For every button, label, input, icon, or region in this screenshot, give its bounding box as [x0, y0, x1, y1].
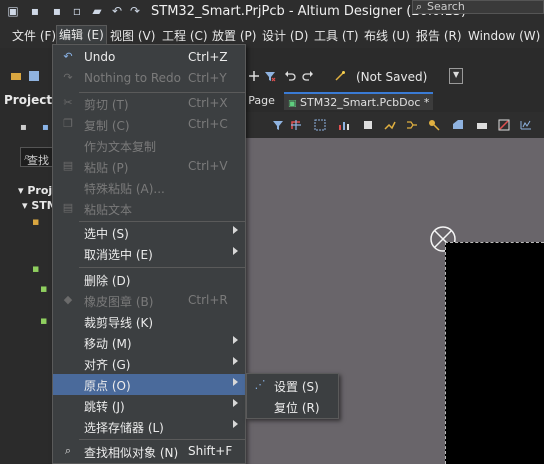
filter-icon[interactable] [272, 119, 284, 131]
waveform-icon[interactable] [520, 119, 532, 131]
menu-find-similar[interactable]: ⌕ 查找相似对象 (N) Shift+F [53, 441, 245, 462]
component-icon[interactable] [362, 119, 374, 131]
redo-icon[interactable] [302, 70, 314, 82]
pcb-board [445, 242, 544, 464]
pcb-toolbar [246, 112, 544, 138]
tree-folder-icon[interactable]: ▪ [40, 282, 47, 295]
menu-separator [79, 439, 245, 440]
projects-panel-tab[interactable]: Projects [4, 93, 59, 107]
menu-rubber-stamp[interactable]: ◆ 橡皮图章 (B) Ctrl+R [53, 290, 245, 311]
menu-copy-as-text[interactable]: 作为文本复制 [53, 135, 245, 156]
differential-pair-icon[interactable] [406, 119, 418, 131]
save-all-icon[interactable]: ▪ [50, 4, 64, 18]
submenu-arrow-icon [233, 226, 238, 234]
search-placeholder: Search [427, 0, 465, 13]
menu-deselect[interactable]: 取消选中 (E) [53, 243, 245, 264]
select-rect-icon[interactable] [314, 119, 326, 131]
submenu-arrow-icon [233, 357, 238, 365]
menu-redo[interactable]: ↷ Nothing to Redo Ctrl+Y [53, 68, 245, 89]
app-logo-icon: ▣ [7, 4, 19, 18]
submenu-reset-origin[interactable]: 复位 (R) [247, 396, 338, 417]
menu-origin[interactable]: 原点 (O) [53, 374, 245, 395]
origin-submenu: ⋰ 设置 (S) 复位 (R) [246, 373, 339, 419]
project-options-icon[interactable]: ▪ [42, 122, 49, 133]
line-icon[interactable] [498, 119, 510, 131]
title-bar: ▣ ▪ ▪ ▫ ▰ ↶ ↷ STM32_Smart.PrjPcb - Altiu… [0, 0, 544, 24]
paste-icon: ▤ [62, 159, 74, 172]
menu-reports[interactable]: 报告 (R) [414, 28, 464, 46]
redo-icon[interactable]: ↷ [128, 4, 142, 18]
project-search-placeholder: ⌕ 查找 [24, 150, 49, 167]
undo-icon[interactable]: ↶ [110, 4, 124, 18]
copy-icon: ❐ [63, 117, 73, 130]
menu-move[interactable]: 移动 (M) [53, 332, 245, 353]
menu-undo[interactable]: ↶ Undo Ctrl+Z [53, 47, 245, 68]
submenu-arrow-icon [233, 336, 238, 344]
submenu-arrow-icon [233, 399, 238, 407]
submenu-arrow-icon [233, 247, 238, 255]
open-folder-icon[interactable]: ▰ [90, 4, 104, 18]
edit-menu: ↶ Undo Ctrl+Z ↷ Nothing to Redo Ctrl+Y ✂… [52, 44, 246, 464]
tree-folder-icon[interactable]: ▪ [40, 314, 47, 327]
submenu-arrow-icon [233, 378, 238, 386]
interactive-route-icon[interactable] [384, 119, 396, 131]
set-origin-icon: ⋰ [254, 378, 266, 391]
save-icon[interactable]: ▪ [20, 122, 27, 133]
menu-separator [79, 267, 245, 268]
paste-text-icon: ▤ [62, 201, 74, 214]
undo-icon[interactable] [284, 70, 296, 82]
menu-file[interactable]: 文件 (F) [10, 28, 58, 46]
save-state-label: (Not Saved) [356, 70, 428, 84]
chevron-down-icon: ▼ [453, 70, 460, 79]
menu-tools[interactable]: 工具 (T) [312, 28, 361, 46]
submenu-arrow-icon [233, 420, 238, 428]
polygon-icon[interactable] [452, 119, 464, 131]
move-icon[interactable] [248, 70, 260, 82]
menu-design[interactable]: 设计 (D) [260, 28, 310, 46]
save-icon[interactable]: ▪ [28, 4, 42, 18]
tab-pcb-doc[interactable]: ▣ STM32_Smart.PcbDoc * [284, 92, 434, 110]
filter-clear-icon[interactable] [264, 70, 276, 82]
menu-paste[interactable]: ▤ 粘贴 (P) Ctrl+V [53, 156, 245, 177]
crosshair-icon[interactable] [290, 119, 302, 131]
undo-icon: ↶ [63, 50, 73, 63]
menu-select[interactable]: 选中 (S) [53, 222, 245, 243]
open-icon[interactable] [10, 70, 22, 82]
menu-slice-tracks[interactable]: 裁剪导线 (K) [53, 311, 245, 332]
redo-icon: ↷ [63, 71, 73, 84]
via-icon[interactable] [428, 119, 440, 131]
menu-align[interactable]: 对齐 (G) [53, 353, 245, 374]
tree-folder-icon[interactable]: ▪ [32, 262, 39, 275]
new-file-icon[interactable]: ▫ [70, 4, 84, 18]
menu-paste-text[interactable]: ▤ 粘贴文本 [53, 198, 245, 219]
tab-pcb-doc-label: STM32_Smart.PcbDoc * [300, 96, 430, 109]
document-tabs: e Page ▣ STM32_Smart.PcbDoc * [226, 90, 544, 110]
menu-delete[interactable]: 删除 (D) [53, 269, 245, 290]
wand-icon[interactable] [334, 70, 346, 82]
menu-cut[interactable]: ✂ 剪切 (T) Ctrl+X [53, 93, 245, 114]
rubber-stamp-icon: ◆ [63, 293, 73, 306]
menu-jump[interactable]: 跳转 (J) [53, 395, 245, 416]
menu-copy[interactable]: ❐ 复制 (C) Ctrl+C [53, 114, 245, 135]
menu-window[interactable]: Window (W) [466, 28, 542, 46]
fill-icon[interactable] [476, 119, 488, 131]
chart-icon[interactable] [338, 119, 350, 131]
pcb-doc-icon: ▣ [288, 99, 297, 109]
menu-paste-special[interactable]: 特殊粘贴 (A)... [53, 177, 245, 198]
find-similar-icon: ⌕ [64, 444, 72, 457]
search-icon: ⌕ [416, 0, 423, 13]
submenu-set-origin[interactable]: ⋰ 设置 (S) [247, 375, 338, 396]
menu-selection-memory[interactable]: 选择存储器 (L) [53, 416, 245, 437]
save-state-dropdown[interactable]: ▼ [449, 68, 463, 84]
cut-icon: ✂ [63, 96, 73, 109]
projects-panel: Projects ▪ ▪ ⌕ 查找 ▾ Proje ▾ STM ▪ ▪ ▪ ▪ [0, 88, 60, 464]
tree-folder-icon[interactable]: ▪ [32, 215, 39, 228]
save-icon[interactable] [28, 70, 40, 82]
menu-route[interactable]: 布线 (U) [362, 28, 412, 46]
search-box[interactable]: ⌕ Search [412, 0, 544, 14]
